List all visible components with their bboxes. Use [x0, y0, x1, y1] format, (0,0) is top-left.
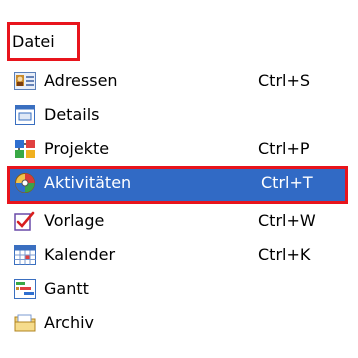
menu-item-shortcut: Ctrl+P — [258, 139, 310, 158]
menu-title-label: Datei — [12, 32, 55, 51]
activities-icon — [14, 172, 36, 194]
menu-item-aktivitaeten[interactable]: Aktivitäten Ctrl+T — [7, 166, 348, 204]
menu-item-label: Vorlage — [44, 211, 105, 230]
details-window-icon — [14, 104, 36, 126]
menu-item-details[interactable]: Details — [0, 98, 358, 132]
menu-item-adressen[interactable]: Adressen Ctrl+S — [0, 64, 358, 98]
template-checkbox-icon — [14, 210, 36, 232]
menu-item-shortcut: Ctrl+K — [258, 245, 311, 264]
menu-item-label: Projekte — [44, 139, 110, 158]
projects-icon — [14, 138, 36, 160]
gantt-icon — [14, 278, 36, 300]
menu-title-datei[interactable]: Datei — [7, 22, 80, 61]
menu-item-shortcut: Ctrl+S — [258, 71, 311, 90]
menu-item-projekte[interactable]: Projekte Ctrl+P — [0, 132, 358, 166]
menu-item-archiv[interactable]: Archiv — [0, 306, 358, 340]
menu-item-label: Archiv — [44, 313, 95, 332]
menu-item-gantt[interactable]: Gantt — [0, 272, 358, 306]
menu-item-label: Kalender — [44, 245, 116, 264]
menu-item-label: Adressen — [44, 71, 118, 90]
menu-item-shortcut: Ctrl+T — [261, 173, 313, 192]
menu-item-label: Aktivitäten — [44, 173, 132, 192]
menu-item-shortcut: Ctrl+W — [258, 211, 316, 230]
archive-folder-icon — [14, 312, 36, 334]
menu-item-label: Details — [44, 105, 100, 124]
address-card-icon — [14, 70, 36, 92]
menu-item-kalender[interactable]: Kalender Ctrl+K — [0, 238, 358, 272]
menu-item-vorlage[interactable]: Vorlage Ctrl+W — [0, 204, 358, 238]
menu-item-label: Gantt — [44, 279, 89, 298]
calendar-icon — [14, 244, 36, 266]
